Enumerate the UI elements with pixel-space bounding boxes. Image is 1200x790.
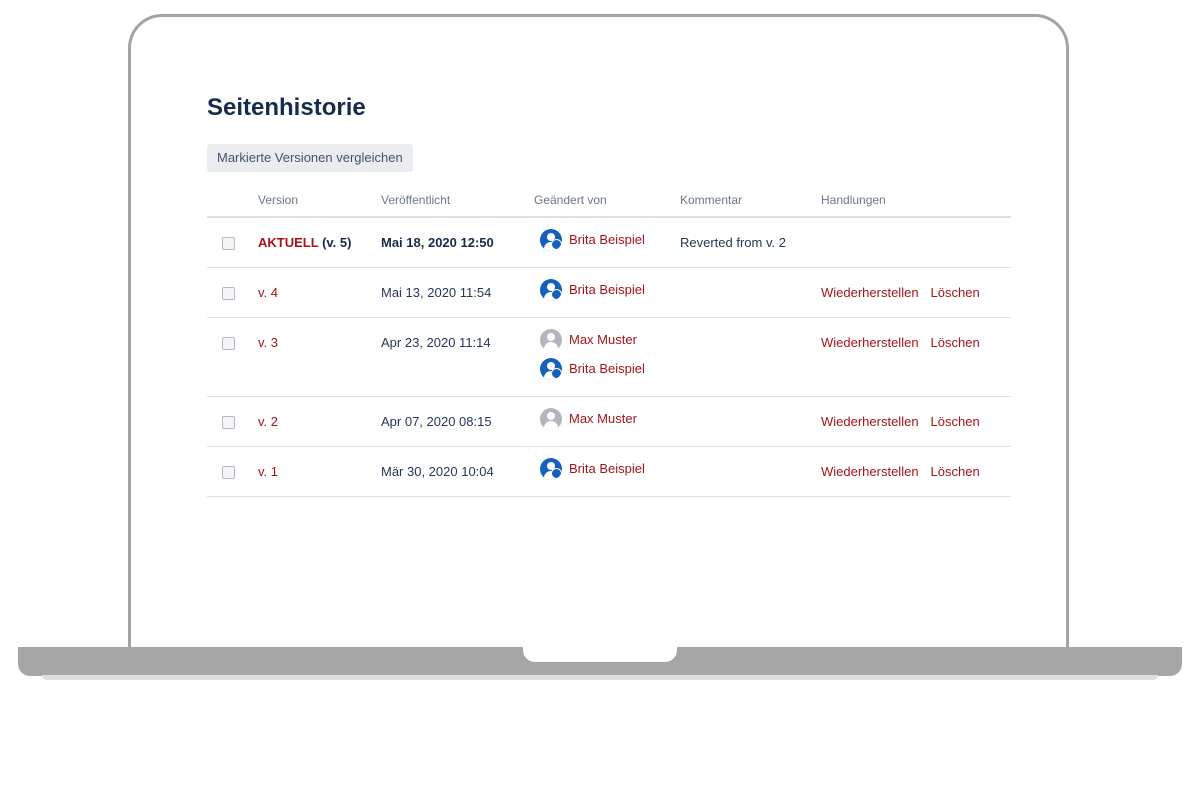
comment-text [680, 268, 821, 284]
delete-link[interactable]: Löschen [931, 335, 980, 350]
restore-link[interactable]: Wiederherstellen [821, 414, 919, 429]
version-cell: AKTUELL (v. 5) [258, 218, 381, 252]
author-link[interactable]: Brita Beispiel [569, 231, 645, 249]
table-row: v. 1 Mär 30, 2020 10:04 Brita Beispiel W… [207, 446, 1011, 497]
comment-text [680, 447, 821, 463]
row-checkbox[interactable] [222, 237, 235, 250]
table-row: v. 4 Mai 13, 2020 11:54 Brita Beispiel W… [207, 267, 1011, 318]
restore-link[interactable]: Wiederherstellen [821, 285, 919, 300]
author-link[interactable]: Brita Beispiel [569, 360, 645, 378]
row-checkbox[interactable] [222, 466, 235, 479]
author-link[interactable]: Brita Beispiel [569, 460, 645, 478]
page-title: Seitenhistorie [207, 94, 366, 121]
header-changed-by: Geändert von [534, 184, 680, 218]
version-suffix: (v. 5) [322, 235, 352, 250]
table-row: AKTUELL (v. 5) Mai 18, 2020 12:50 Brita … [207, 217, 1011, 268]
restore-link[interactable]: Wiederherstellen [821, 464, 919, 479]
header-actions: Handlungen [821, 184, 1011, 218]
default-avatar-icon [540, 408, 562, 430]
version-link[interactable]: v. 2 [258, 414, 278, 429]
version-link[interactable]: v. 1 [258, 464, 278, 479]
published-date: Apr 07, 2020 08:15 [381, 414, 492, 429]
laptop-notch [523, 647, 677, 662]
row-checkbox[interactable] [222, 337, 235, 350]
delete-link[interactable]: Löschen [931, 285, 980, 300]
version-link[interactable]: v. 4 [258, 285, 278, 300]
current-version-link[interactable]: AKTUELL [258, 235, 318, 250]
published-date: Mai 13, 2020 11:54 [381, 285, 492, 300]
version-link[interactable]: v. 3 [258, 335, 278, 350]
published-date: Apr 23, 2020 11:14 [381, 335, 491, 350]
table-header-row: Version Veröffentlicht Geändert von Komm… [207, 184, 1011, 218]
table-row: v. 3 Apr 23, 2020 11:14 Max Muster Brita… [207, 317, 1011, 397]
page-history-content: Seitenhistorie Markierte Versionen vergl… [207, 88, 1011, 497]
history-table: Version Veröffentlicht Geändert von Komm… [207, 184, 1011, 497]
header-published: Veröffentlicht [381, 184, 534, 218]
laptop-base-shadow [42, 675, 1158, 680]
delete-link[interactable]: Löschen [931, 464, 980, 479]
delete-link[interactable]: Löschen [931, 414, 980, 429]
header-comment: Kommentar [680, 184, 821, 218]
published-date: Mai 18, 2020 12:50 [381, 235, 494, 250]
author-link[interactable]: Brita Beispiel [569, 281, 645, 299]
table-row: v. 2 Apr 07, 2020 08:15 Max Muster Wiede… [207, 396, 1011, 447]
author-link[interactable]: Max Muster [569, 410, 637, 428]
published-date: Mär 30, 2020 10:04 [381, 464, 494, 479]
row-checkbox[interactable] [222, 416, 235, 429]
restore-link[interactable]: Wiederherstellen [821, 335, 919, 350]
comment-text [680, 397, 821, 413]
compare-versions-button[interactable]: Markierte Versionen vergleichen [207, 144, 413, 172]
comment-text [680, 318, 821, 334]
author-link[interactable]: Max Muster [569, 331, 637, 349]
user-avatar-icon [540, 458, 562, 480]
header-version: Version [258, 184, 381, 218]
default-avatar-icon [540, 329, 562, 351]
user-avatar-icon [540, 229, 562, 251]
user-avatar-icon [540, 358, 562, 380]
header-select [207, 184, 258, 218]
comment-text: Reverted from v. 2 [680, 235, 786, 250]
user-avatar-icon [540, 279, 562, 301]
row-checkbox[interactable] [222, 287, 235, 300]
